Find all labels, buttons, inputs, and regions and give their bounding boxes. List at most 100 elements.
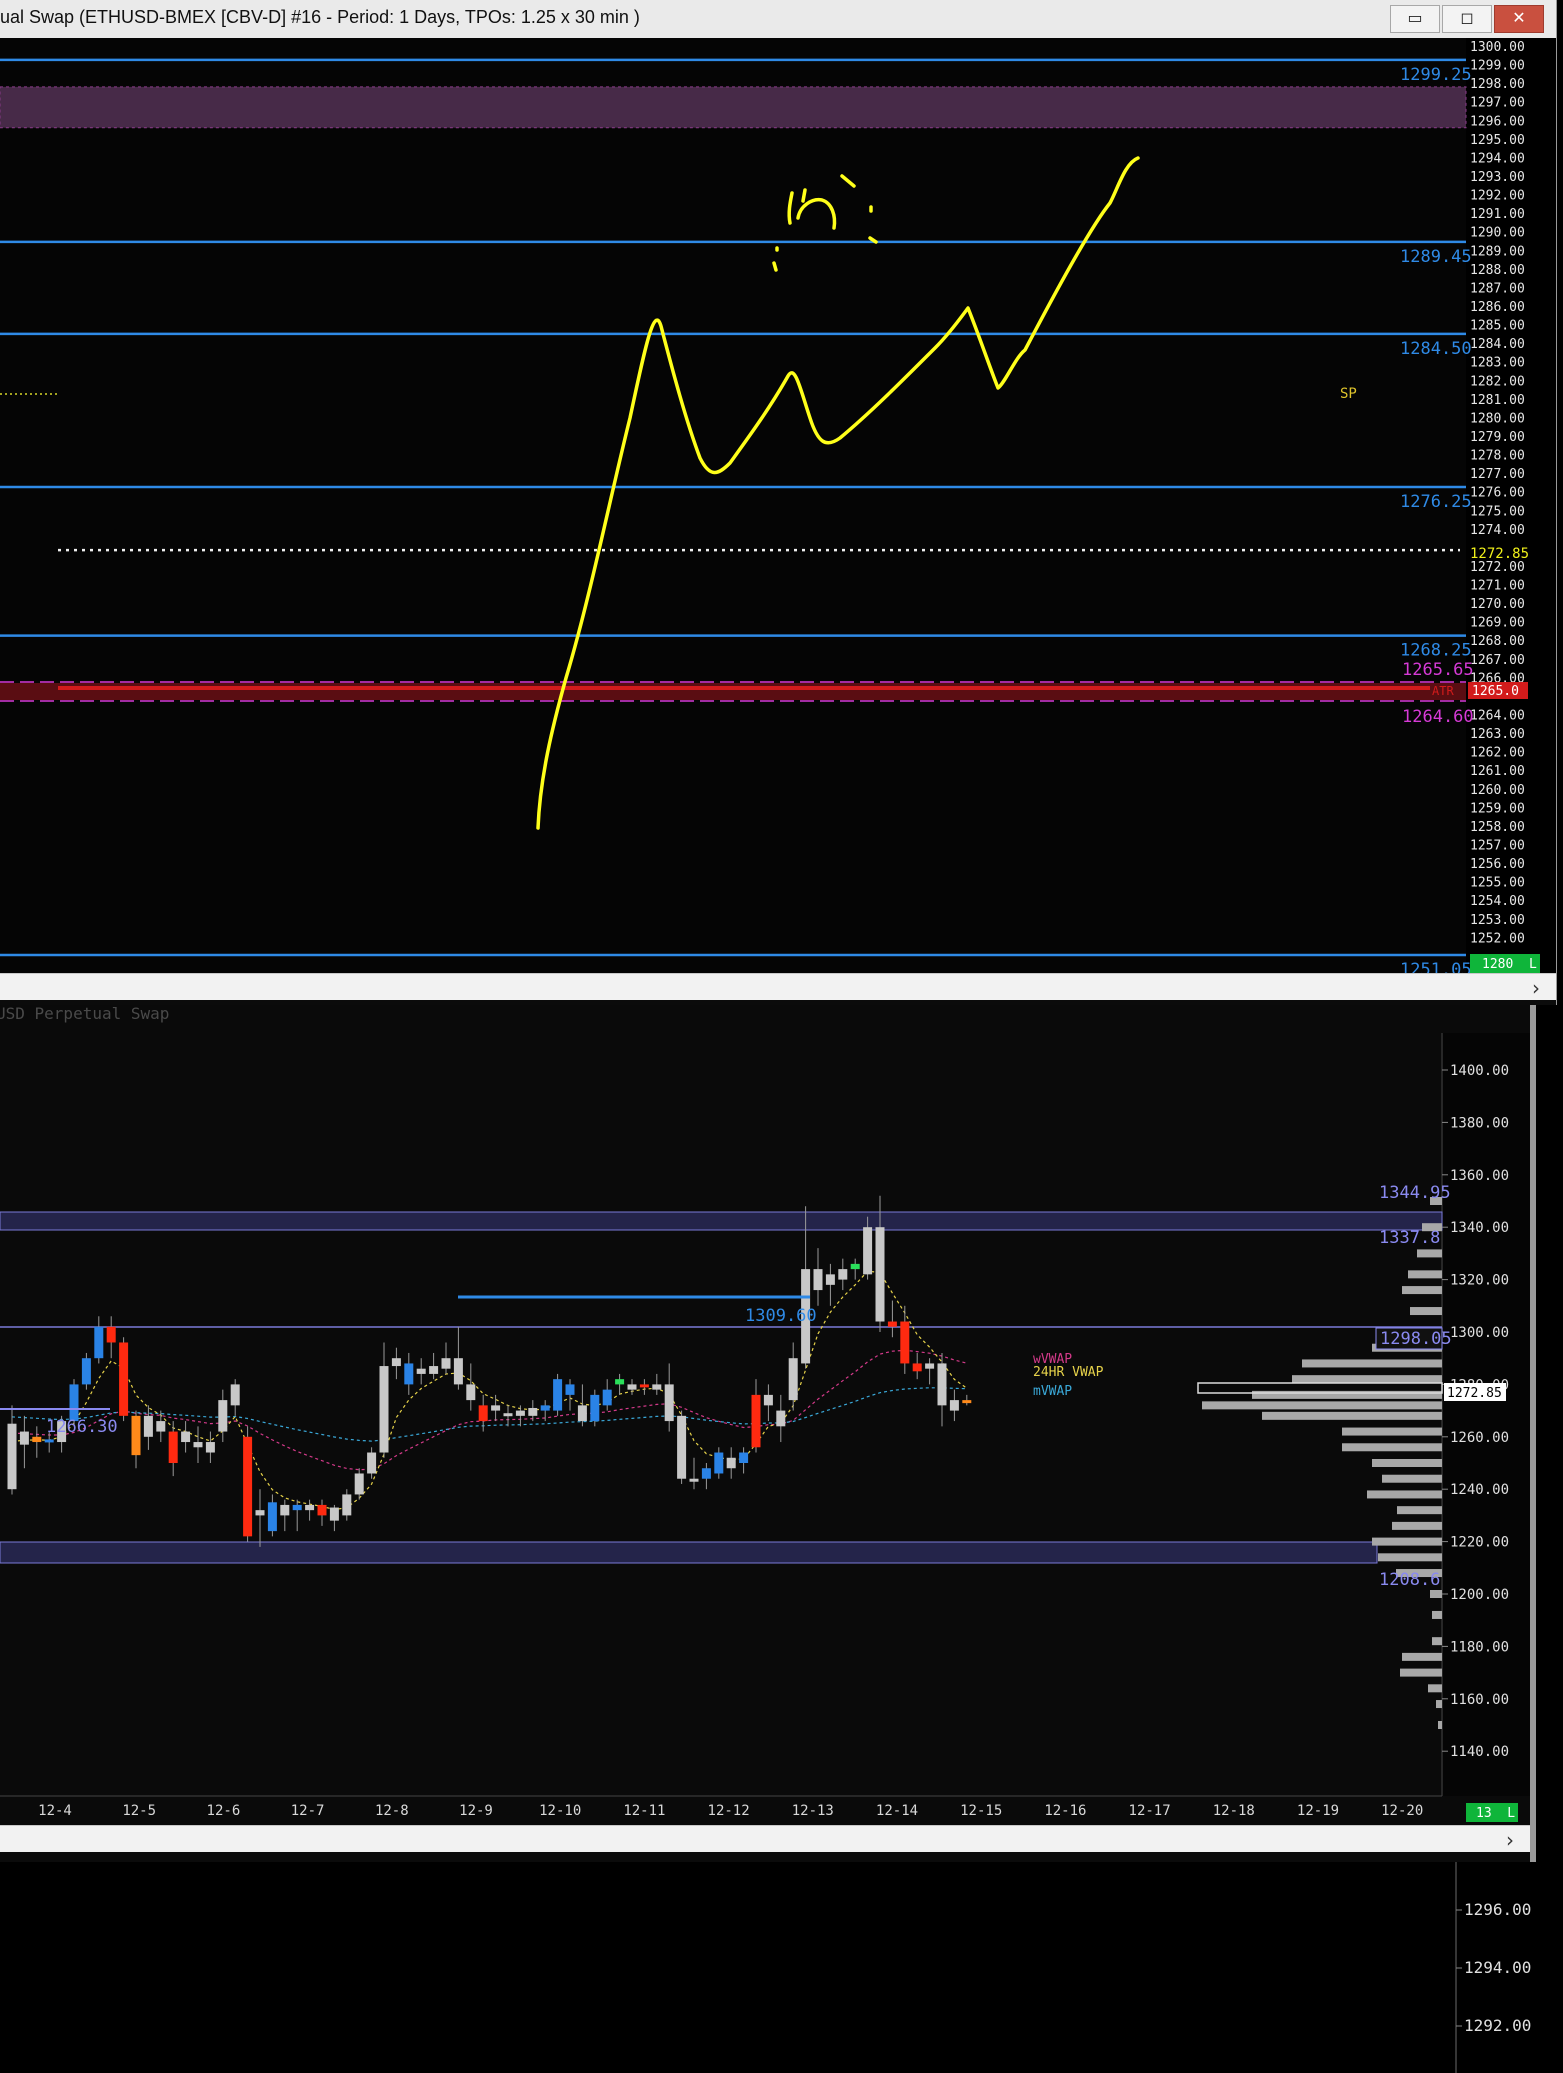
candle-body (739, 1452, 749, 1463)
status-badge-text: 1280 L (1482, 957, 1537, 972)
magenta-label-lower: 1264.60 (1402, 707, 1474, 727)
close-button[interactable]: ✕ (1494, 5, 1544, 33)
candle-body (850, 1263, 860, 1270)
price-tick: 1261.00 (1470, 764, 1525, 779)
candle-body (602, 1389, 612, 1406)
price-tick: 1288.00 (1470, 263, 1525, 278)
date-tick: 12-7 (291, 1803, 325, 1819)
price-tick: 1260.00 (1470, 783, 1525, 798)
horizontal-scrollbar[interactable]: › (0, 973, 1556, 1000)
candle-body (44, 1439, 54, 1443)
price-tick: 1340.00 (1450, 1220, 1509, 1236)
candle-body (515, 1410, 525, 1416)
mvwap-label: mVWAP (1033, 1384, 1072, 1399)
volume-profile-bar (1367, 1490, 1442, 1499)
window-titlebar[interactable]: ual Swap (ETHUSD-BMEX [CBV-D] #16 - Peri… (0, 0, 1556, 39)
price-tick: 1258.00 (1470, 820, 1525, 835)
candle-body (94, 1326, 104, 1359)
candlestick-chart[interactable]: USD Perpetual Swap 1400.00 1380.00 1360.00… (0, 1005, 1536, 1825)
candle-body (19, 1431, 29, 1445)
candle-body (131, 1415, 141, 1456)
level-label: 1299.25 (1400, 65, 1472, 85)
price-tick: 1292.00 (1464, 2016, 1531, 2035)
supply-zone (0, 86, 1467, 129)
candle-body (788, 1358, 798, 1401)
volume-profile-bar (1382, 1474, 1442, 1483)
price-tick: 1295.00 (1470, 133, 1525, 148)
price-tick: 1294.00 (1464, 1958, 1531, 1977)
price-tick: 1290.00 (1470, 226, 1525, 241)
maximize-button[interactable]: ◻ (1442, 5, 1492, 33)
candle-body (776, 1410, 786, 1427)
magenta-label-upper: 1265.65 (1402, 660, 1474, 680)
candle-body (838, 1269, 848, 1280)
candle-body (639, 1384, 649, 1388)
third-chart-window: 1296.00 1294.00 1292.00 (0, 1862, 1563, 2073)
volume-profile-bar (1262, 1411, 1442, 1420)
price-tick: 1270.00 (1470, 597, 1525, 612)
scroll-right-icon[interactable]: › (1506, 1828, 1514, 1852)
date-tick: 12-4 (38, 1803, 72, 1819)
price-tick: 1200.00 (1450, 1587, 1509, 1603)
level-label: 1289.45 (1400, 247, 1472, 267)
candle-body (367, 1452, 377, 1474)
candle-body (391, 1358, 401, 1367)
price-tick: 1240.00 (1450, 1482, 1509, 1498)
date-tick: 12-14 (876, 1803, 918, 1819)
candle-body (342, 1494, 352, 1516)
minimize-button[interactable]: ▭ (1390, 5, 1440, 33)
candlestick-chart-window: USD Perpetual Swap 1400.00 1380.00 1360.00… (0, 1005, 1536, 1862)
candle-body (429, 1366, 439, 1374)
price-tick: 1297.00 (1470, 96, 1525, 111)
price-tick: 1274.00 (1470, 523, 1525, 538)
price-tick: 1285.00 (1470, 319, 1525, 334)
volume-profile-bar (1432, 1610, 1442, 1619)
candle-body (354, 1473, 364, 1495)
price-tick: 1140.00 (1450, 1744, 1509, 1760)
level-label: 1276.25 (1400, 492, 1472, 512)
level-label: 1284.50 (1400, 339, 1472, 359)
last-price-label: 1272.85 (1447, 1386, 1502, 1401)
price-tick: 1300.00 (1450, 1325, 1509, 1341)
price-tick: 1292.00 (1470, 189, 1525, 204)
candle-body (416, 1368, 426, 1374)
price-tick: 1291.00 (1470, 207, 1525, 222)
volume-profile-bar (1302, 1359, 1442, 1368)
price-tick: 1220.00 (1450, 1535, 1509, 1551)
candle-body (317, 1504, 327, 1516)
candle-body (32, 1436, 42, 1443)
volume-profile-bar (1402, 1286, 1442, 1295)
price-tick: 1275.00 (1470, 504, 1525, 519)
tpo-chart-window: ual Swap (ETHUSD-BMEX [CBV-D] #16 - Peri… (0, 0, 1557, 1005)
date-tick: 12-8 (375, 1803, 409, 1819)
candle-body (329, 1507, 339, 1521)
volume-profile-bar (1436, 1700, 1442, 1709)
candle-body (466, 1384, 476, 1401)
price-tick: 1298.00 (1470, 77, 1525, 92)
candle-body (143, 1415, 153, 1437)
price-tick: 1287.00 (1470, 281, 1525, 296)
candle-body (156, 1421, 166, 1432)
candle-body (813, 1269, 823, 1291)
scroll-right-icon[interactable]: › (1532, 976, 1540, 1000)
candle-body (453, 1358, 463, 1385)
tpo-chart[interactable]: 1299.25 1289.45 1284.50 1276.25 1268.25 1251.… (0, 38, 1556, 973)
date-tick: 12-6 (207, 1803, 241, 1819)
sp-label: SP (1340, 386, 1357, 402)
candle-body (243, 1436, 253, 1537)
price-tick: 1269.00 (1470, 616, 1525, 631)
price-tick: 1320.00 (1450, 1273, 1509, 1289)
price-tick: 1272.00 (1470, 560, 1525, 575)
price-tick: 1160.00 (1450, 1692, 1509, 1708)
horizontal-scrollbar[interactable]: › (0, 1825, 1530, 1852)
candle-body (441, 1358, 451, 1369)
date-tick: 12-16 (1044, 1803, 1086, 1819)
candle-body (875, 1227, 885, 1322)
candle-body (255, 1510, 265, 1516)
candle-body (69, 1384, 79, 1422)
price-tick: 1278.00 (1470, 449, 1525, 464)
price-tick: 1360.00 (1450, 1168, 1509, 1184)
candle-body (218, 1400, 228, 1432)
price-tick: 1268.00 (1470, 634, 1525, 649)
price-tick: 1180.00 (1450, 1639, 1509, 1655)
